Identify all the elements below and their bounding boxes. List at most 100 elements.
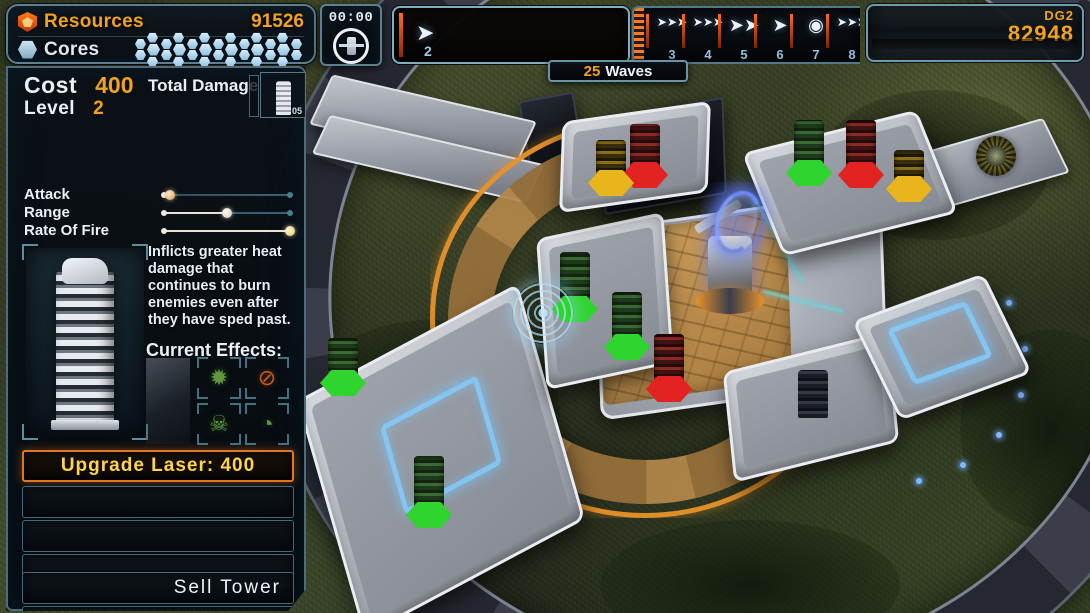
tower-yellow[interactable] xyxy=(886,146,932,202)
core-hexagon-icon xyxy=(18,40,37,59)
road-marker-light xyxy=(916,478,922,484)
effect-corner-bracket xyxy=(230,403,241,414)
burst-effect-icon-glyph: ✹ xyxy=(209,365,229,390)
tower-green[interactable] xyxy=(320,334,366,396)
tower-badge-number: 05 xyxy=(291,106,302,116)
wave-slot-divider xyxy=(790,14,793,48)
wave-slot-number: 6 xyxy=(776,47,784,62)
resource-badge-icon xyxy=(18,12,37,32)
core-hex xyxy=(147,43,160,56)
selected-tower-base-ring xyxy=(696,288,764,314)
radar-pulse-marker xyxy=(512,282,574,344)
effects-placeholder-panel xyxy=(146,358,190,444)
effect-corner-bracket xyxy=(278,434,289,445)
sell-tower-button[interactable]: Sell Tower xyxy=(22,572,294,604)
tower-dark[interactable] xyxy=(790,370,836,426)
stat-slider-rate-of-fire[interactable]: Rate Of Fire xyxy=(24,222,295,240)
resources-value: 91526 xyxy=(251,11,304,32)
speed-gauge-effect-icon[interactable]: ◔ xyxy=(244,402,290,446)
effect-corner-bracket xyxy=(278,357,289,368)
empty-slot-3-button[interactable] xyxy=(22,520,294,552)
core-hex xyxy=(213,50,224,60)
tower-base-ring xyxy=(320,370,366,396)
wave-progress-bar xyxy=(399,13,403,57)
stat-slider-rate-of-fire-track[interactable] xyxy=(161,226,295,236)
core-hex xyxy=(199,32,210,43)
total-damage-label: Total Damage xyxy=(148,76,259,95)
wave-enemy-icon: ◉ xyxy=(808,15,824,35)
wave-enemy-icon: ➤ xyxy=(772,15,788,35)
tower-rank-badge-sidebar xyxy=(249,75,259,117)
tower-base-ring xyxy=(838,162,884,188)
core-hex xyxy=(239,39,250,49)
stat-slider-rate-of-fire-knob[interactable] xyxy=(285,226,295,236)
tower-yellow[interactable] xyxy=(588,136,634,196)
upcoming-waves-strip[interactable]: ➤➤➤3➤➤➤4➤➤5➤6◉7➤➤➤8 xyxy=(632,6,860,64)
wave-ladder-indicator xyxy=(634,8,644,62)
road-marker-light xyxy=(1006,300,1012,306)
upgrade-laser-button[interactable]: Upgrade Laser: 400 xyxy=(22,450,294,482)
core-hex-group xyxy=(251,32,264,67)
no-bomb-effect-icon-glyph: ⊘ xyxy=(257,365,277,390)
preview-corner-bracket xyxy=(22,244,38,260)
poison-skull-effect-icon[interactable]: ☠ xyxy=(196,402,242,446)
tower-green[interactable] xyxy=(786,116,832,186)
wave-slot-divider xyxy=(754,14,757,48)
wave-slot-number: 8 xyxy=(848,47,856,62)
core-hex xyxy=(225,32,236,43)
tower-green[interactable] xyxy=(604,288,650,360)
core-hex xyxy=(199,56,210,67)
level-row: Level 2 xyxy=(24,98,104,120)
effect-corner-bracket xyxy=(197,388,208,399)
tower-red[interactable] xyxy=(646,330,692,402)
core-hex xyxy=(277,43,290,56)
tower-red[interactable] xyxy=(838,116,884,188)
no-bomb-effect-icon[interactable]: ⊘ xyxy=(244,356,290,400)
effect-corner-bracket xyxy=(197,403,208,414)
slider-end-cap xyxy=(287,210,293,216)
gear-decoration xyxy=(976,136,1016,176)
burst-effect-icon[interactable]: ✹ xyxy=(196,356,242,400)
level-value: 2 xyxy=(93,98,104,119)
stat-slider-range[interactable]: Range xyxy=(24,204,293,222)
effect-corner-bracket xyxy=(230,434,241,445)
stat-slider-range-knob[interactable] xyxy=(222,208,232,218)
current-effects-grid[interactable]: ✹ ⊘ ☠ ◔ xyxy=(196,356,290,446)
tower-green[interactable] xyxy=(406,452,452,528)
stat-slider-attack[interactable]: Attack xyxy=(24,186,293,204)
tower-base-ring xyxy=(886,176,932,202)
stat-slider-range-label: Range xyxy=(24,204,70,221)
core-hex xyxy=(147,56,158,67)
road-marker-light xyxy=(996,432,1002,438)
core-hex xyxy=(239,50,250,60)
tower-body xyxy=(798,370,828,418)
selected-tower[interactable] xyxy=(690,182,770,314)
total-waves-banner: 25 Waves xyxy=(548,60,688,82)
empty-slot-2-button[interactable] xyxy=(22,486,294,518)
total-waves-count: 25 xyxy=(583,62,601,80)
total-waves-label: Waves xyxy=(605,62,653,80)
wave-timer-text: 00:00 xyxy=(328,10,374,26)
speed-gauge-effect-icon-glyph: ◔ xyxy=(260,411,274,436)
wave-slot-8[interactable]: ➤➤➤ 8 xyxy=(826,10,860,62)
wave-slot-divider xyxy=(682,14,685,48)
cores-label: Cores xyxy=(44,38,100,60)
road-marker-light xyxy=(1022,346,1028,352)
stat-slider-attack-track[interactable] xyxy=(161,190,293,200)
current-wave-panel[interactable]: ➤ 2 xyxy=(392,6,630,64)
tower-preview-frame xyxy=(22,244,148,440)
stat-slider-range-track[interactable] xyxy=(161,208,293,218)
core-hex xyxy=(173,56,184,67)
core-hex-group xyxy=(265,39,276,60)
core-hex-group xyxy=(213,39,224,60)
tower-base-ring xyxy=(786,160,832,186)
road-marker-light xyxy=(960,462,966,468)
timer-dial-icon xyxy=(333,28,369,64)
stat-slider-attack-knob[interactable] xyxy=(165,190,176,200)
level-label: Level xyxy=(24,98,76,119)
core-hex xyxy=(265,50,276,60)
tower-silhouette-icon xyxy=(338,37,364,55)
current-wave-enemy-icon: ➤ xyxy=(416,20,435,45)
stat-slider-rate-of-fire-fill xyxy=(164,230,290,232)
resources-panel: Resources 91526 Cores xyxy=(6,4,316,67)
